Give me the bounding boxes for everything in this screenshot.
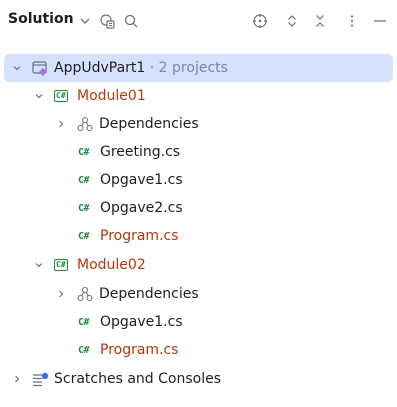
file-name: Greeting.cs <box>100 144 181 160</box>
file-name: Opgave2.cs <box>100 200 183 216</box>
csharp-file-icon: C# <box>78 174 90 186</box>
tree-node-dependencies[interactable]: Dependencies <box>4 110 393 138</box>
tree-node-file[interactable]: C# Opgave1.cs <box>4 308 393 336</box>
hide-icon[interactable] <box>371 12 389 30</box>
file-name: Program.cs <box>100 342 179 358</box>
chevron-right-icon[interactable] <box>55 118 67 130</box>
dependencies-icon <box>77 286 93 302</box>
dependencies-label: Dependencies <box>99 116 199 132</box>
tree-node-dependencies[interactable]: Dependencies <box>4 280 393 308</box>
chevron-right-icon[interactable] <box>55 288 67 300</box>
file-name: Opgave1.cs <box>100 172 183 188</box>
more-options-icon[interactable] <box>343 12 361 30</box>
csharp-file-icon: C# <box>78 202 90 214</box>
panel-title[interactable]: Solution <box>8 11 74 27</box>
csharp-file-icon: C# <box>78 316 90 328</box>
csharp-file-icon: C# <box>78 146 90 158</box>
chevron-down-icon[interactable] <box>33 259 45 271</box>
tree-node-solution[interactable]: AppUdvPart1 · 2 projects <box>4 54 393 82</box>
module-name: Module02 <box>77 257 146 273</box>
csharp-file-icon: C# <box>78 230 90 242</box>
solution-name: AppUdvPart1 <box>54 60 146 76</box>
tree-node-file[interactable]: C# Program.cs <box>4 222 393 250</box>
scratches-icon <box>32 371 49 387</box>
tree-node-scratches[interactable]: Scratches and Consoles <box>4 365 393 393</box>
module-name: Module01 <box>77 88 146 104</box>
tree-node-file[interactable]: C# Opgave1.cs <box>4 166 393 194</box>
dependencies-icon <box>77 116 93 132</box>
collapse-all-icon[interactable] <box>311 12 329 30</box>
chevron-right-icon[interactable] <box>11 373 23 385</box>
tree-node-module[interactable]: C# Module02 <box>4 251 393 279</box>
solution-toolbar: Solution <box>0 0 397 42</box>
file-name: Program.cs <box>100 228 179 244</box>
tree-node-file[interactable]: C# Greeting.cs <box>4 138 393 166</box>
tree-node-file[interactable]: C# Opgave2.cs <box>4 194 393 222</box>
locate-icon[interactable] <box>251 12 269 30</box>
tree-node-module[interactable]: C# Module01 <box>4 82 393 110</box>
project-count: · 2 projects <box>149 60 228 76</box>
file-name: Opgave1.cs <box>100 314 183 330</box>
chevron-down-icon[interactable] <box>11 62 23 74</box>
csharp-project-icon: C# <box>54 90 68 102</box>
chevron-down-icon[interactable] <box>76 12 94 30</box>
solution-icon <box>32 60 49 76</box>
csharp-file-icon: C# <box>78 344 90 356</box>
search-icon[interactable] <box>122 12 140 30</box>
expand-all-icon[interactable] <box>283 12 301 30</box>
csharp-project-icon: C# <box>54 259 68 271</box>
dependencies-label: Dependencies <box>99 286 199 302</box>
chevron-down-icon[interactable] <box>33 90 45 102</box>
scratches-label: Scratches and Consoles <box>54 371 221 387</box>
tree-node-file[interactable]: C# Program.cs <box>4 336 393 364</box>
solution-filter-icon[interactable] <box>98 12 116 30</box>
